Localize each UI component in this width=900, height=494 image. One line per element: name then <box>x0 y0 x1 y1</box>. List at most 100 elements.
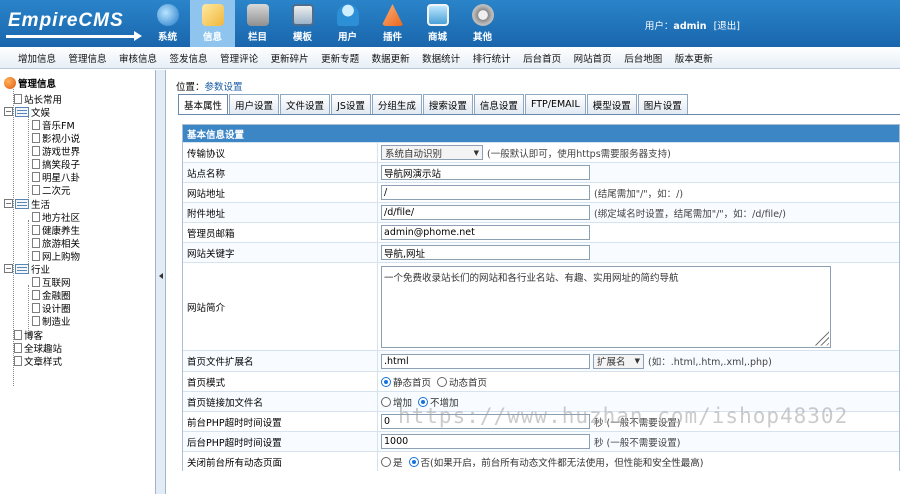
backphp-input[interactable]: 1000 <box>381 434 590 449</box>
tab-js[interactable]: JS设置 <box>331 94 371 114</box>
globe-icon <box>156 4 179 26</box>
radio-checked-icon[interactable] <box>418 396 429 407</box>
tree-label: 影视小说 <box>42 133 81 145</box>
subnav-version-update[interactable]: 版本更新 <box>675 51 713 65</box>
field-label: 网站地址 <box>183 183 378 202</box>
logout-link[interactable]: [退出] <box>714 21 740 32</box>
tree-item[interactable]: 设计圈 <box>32 301 71 315</box>
nav-user[interactable]: 用户 <box>325 0 370 47</box>
intro-textarea[interactable]: 一个免费收录站长们的网站和各行业名站、有趣、实用网址的简约导航 <box>381 265 831 348</box>
tab-user[interactable]: 用户设置 <box>229 94 280 114</box>
tab-info[interactable]: 信息设置 <box>473 94 524 114</box>
tree-item[interactable]: 博客 <box>14 328 43 342</box>
subnav-rank-stats[interactable]: 排行统计 <box>473 51 511 65</box>
tree-item[interactable]: 互联网 <box>32 275 71 289</box>
tree-folder[interactable]: − 生活 <box>4 197 50 211</box>
collapse-toggle-icon[interactable]: − <box>4 107 13 116</box>
tab-file[interactable]: 文件设置 <box>280 94 331 114</box>
closedyn-no-option[interactable]: 否(如果开启，前台所有动态文件都无法使用，但性能和安全性最高) <box>408 455 704 469</box>
subnav-data-update[interactable]: 数据更新 <box>372 51 410 65</box>
mode-dynamic-option[interactable]: 动态首页 <box>437 375 487 389</box>
subnav-update-topics[interactable]: 更新专题 <box>321 51 359 65</box>
document-icon <box>14 355 22 366</box>
subnav-site-home[interactable]: 网站首页 <box>574 51 612 65</box>
tab-ftp-email[interactable]: FTP/EMAIL <box>524 94 586 114</box>
ext-input[interactable]: .html <box>381 353 590 369</box>
tree-item[interactable]: 二次元 <box>32 183 71 197</box>
protocol-select[interactable]: 系统自动识别 ▼ <box>381 145 483 160</box>
addfile-no-option[interactable]: 不增加 <box>418 395 459 409</box>
tree-item[interactable]: 全球趣站 <box>14 341 62 355</box>
nav-template[interactable]: 模板 <box>280 0 325 47</box>
tree-item[interactable]: 制造业 <box>32 314 71 328</box>
row-closedyn: 关闭前台所有动态页面 是 否(如果开启，前台所有动态文件都无法使用，但性能和安全… <box>183 451 899 471</box>
radio-icon[interactable] <box>437 376 448 387</box>
subnav-manage-info[interactable]: 管理信息 <box>69 51 107 65</box>
tree-item[interactable]: 旅游相关 <box>32 236 80 250</box>
sitename-input[interactable]: 导航网演示站 <box>381 165 590 180</box>
tree-item[interactable]: 音乐FM <box>32 118 75 132</box>
ext-select[interactable]: 扩展名 ▼ <box>593 353 644 369</box>
radio-checked-icon[interactable] <box>408 456 419 467</box>
tab-group-generate[interactable]: 分组生成 <box>371 94 422 114</box>
tree-item[interactable]: 地方社区 <box>32 210 80 224</box>
subnav-add-info[interactable]: 增加信息 <box>18 51 56 65</box>
nav-other[interactable]: 其他 <box>460 0 505 47</box>
subnav-admin-map[interactable]: 后台地图 <box>624 51 662 65</box>
subnav-review-info[interactable]: 审核信息 <box>119 51 157 65</box>
tree-item[interactable]: 站长常用 <box>14 92 62 106</box>
tree-folder[interactable]: − 文娱 <box>4 105 50 119</box>
nav-info[interactable]: 信息 <box>190 0 235 47</box>
folder-icon <box>15 106 29 117</box>
radio-label: 否(如果开启，前台所有动态文件都无法使用，但性能和安全性最高) <box>420 457 704 469</box>
nav-shop[interactable]: 商城 <box>415 0 460 47</box>
nav-column[interactable]: 栏目 <box>235 0 280 47</box>
tab-model[interactable]: 模型设置 <box>586 94 637 114</box>
radio-icon[interactable] <box>381 456 391 467</box>
collapse-toggle-icon[interactable]: − <box>4 264 13 273</box>
tree-item[interactable]: 搞笑段子 <box>32 157 80 171</box>
subnav-sign-info[interactable]: 签发信息 <box>170 51 208 65</box>
nav-label: 用户 <box>337 32 357 43</box>
addfile-yes-option[interactable]: 增加 <box>381 395 412 409</box>
settings-tabs: 基本属性 用户设置 文件设置 JS设置 分组生成 搜索设置 信息设置 FTP/E… <box>178 94 689 115</box>
collapse-arrow-icon[interactable] <box>159 273 163 279</box>
tree-item[interactable]: 网上购物 <box>32 249 80 263</box>
frontphp-input[interactable]: 0 <box>381 414 590 429</box>
tab-image[interactable]: 图片设置 <box>637 94 688 114</box>
fileurl-input[interactable]: /d/file/ <box>381 205 590 220</box>
mode-static-option[interactable]: 静态首页 <box>381 375 431 389</box>
radio-icon[interactable] <box>381 396 391 407</box>
subnav-update-fragments[interactable]: 更新碎片 <box>271 51 309 65</box>
tree-item[interactable]: 游戏世界 <box>32 144 80 158</box>
tab-basic[interactable]: 基本属性 <box>178 94 229 115</box>
email-input[interactable]: admin@phome.net <box>381 225 590 240</box>
tree-folder[interactable]: − 行业 <box>4 262 50 276</box>
keywords-input[interactable]: 导航,网址 <box>381 245 590 260</box>
tree-item[interactable]: 影视小说 <box>32 131 81 145</box>
tree-item[interactable]: 健康养生 <box>32 223 80 237</box>
subnav-admin-home[interactable]: 后台首页 <box>523 51 561 65</box>
collapse-toggle-icon[interactable]: − <box>4 199 13 208</box>
tree-label: 管理信息 <box>18 78 57 90</box>
document-icon <box>32 237 40 248</box>
sidebar-splitter[interactable] <box>156 70 166 494</box>
tree-item[interactable]: 文章样式 <box>14 354 62 368</box>
row-fileurl: 附件地址 /d/file/ (绑定域名时设置，结尾需加"/"，如：/d/file/… <box>183 202 899 222</box>
siteurl-input[interactable]: / <box>381 185 590 200</box>
tree-item[interactable]: 明星八卦 <box>32 170 80 184</box>
logo[interactable]: EmpireCMS <box>6 8 142 42</box>
nav-system[interactable]: 系统 <box>145 0 190 47</box>
tab-search[interactable]: 搜索设置 <box>422 94 473 114</box>
closedyn-yes-option[interactable]: 是 <box>381 455 403 469</box>
subnav-manage-comments[interactable]: 管理评论 <box>220 51 258 65</box>
breadcrumb-link[interactable]: 参数设置 <box>205 82 243 93</box>
nav-plugin[interactable]: 插件 <box>370 0 415 47</box>
resize-grip-icon[interactable] <box>811 327 829 346</box>
textarea-text: 一个免费收录站长们的网站和各行业名站、有趣、实用网址的简约导航 <box>384 272 679 284</box>
tree-item[interactable]: 金融圈 <box>32 288 71 302</box>
field-hint: (一般默认即可，使用https需要服务器支持) <box>487 148 671 160</box>
radio-checked-icon[interactable] <box>381 376 391 387</box>
subnav-data-stats[interactable]: 数据统计 <box>422 51 460 65</box>
tree-root[interactable]: 管理信息 <box>4 76 57 90</box>
